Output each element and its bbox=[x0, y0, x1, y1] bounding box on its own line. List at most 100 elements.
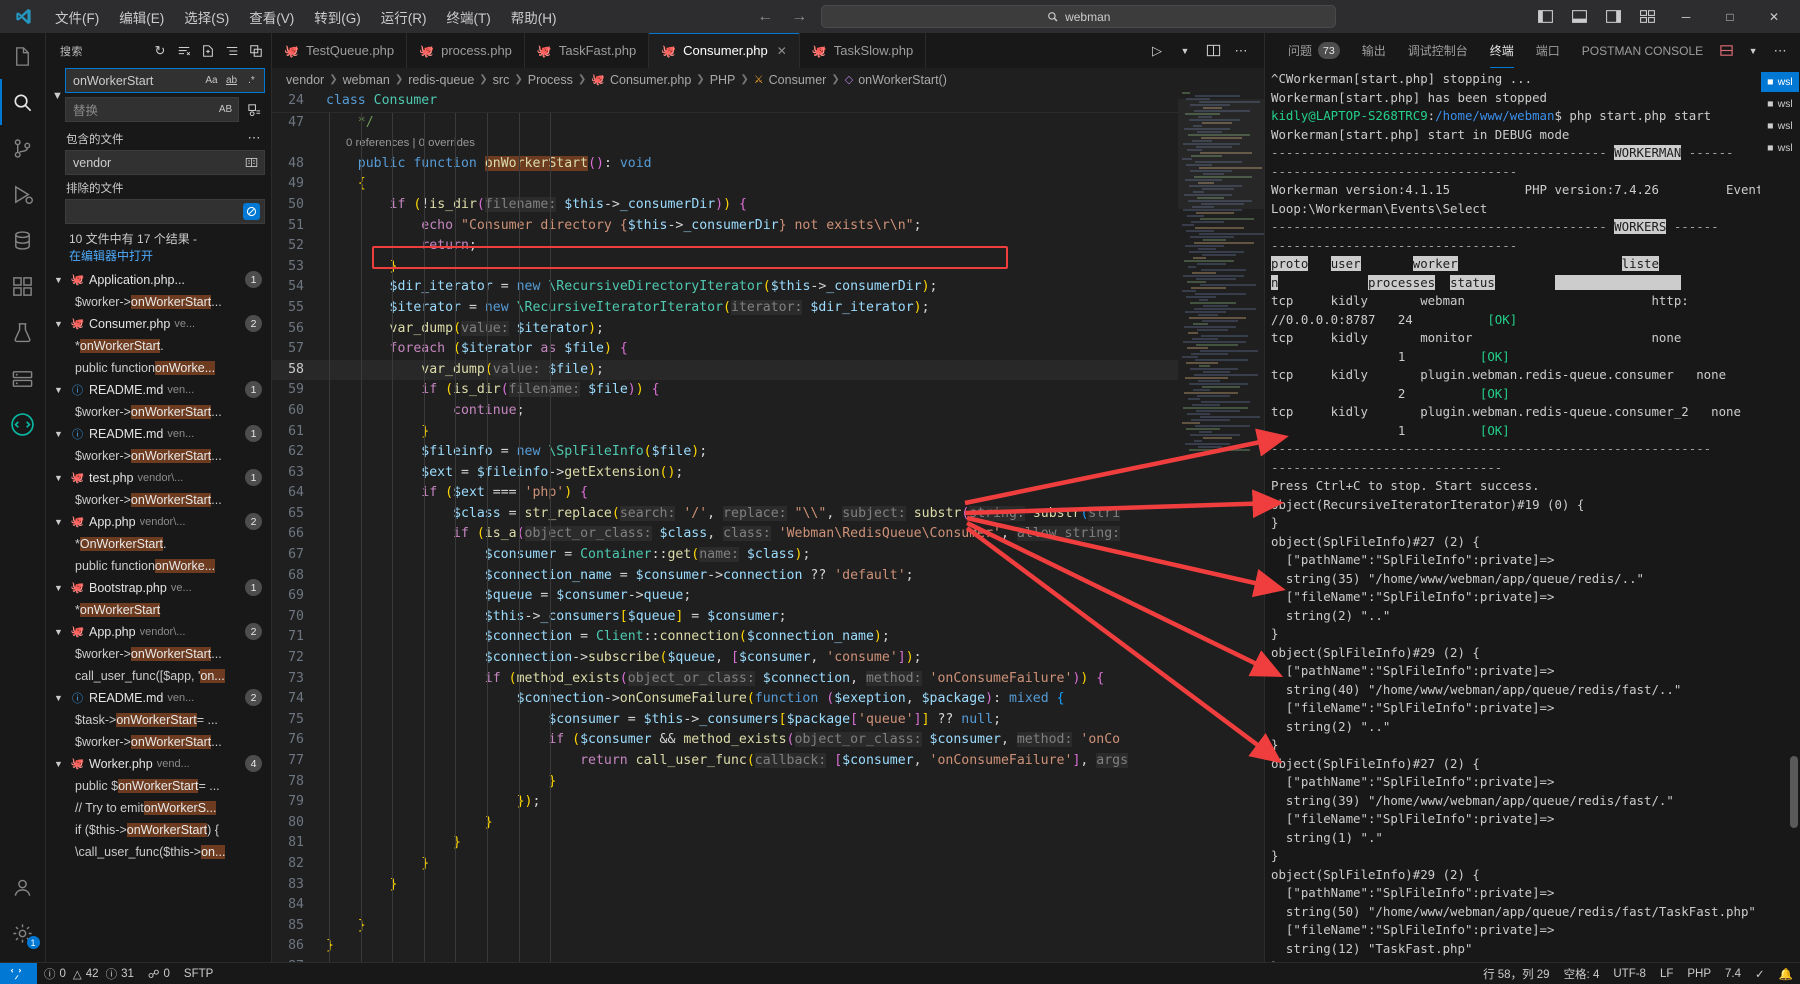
navigation-arrows[interactable]: ← → bbox=[757, 8, 807, 26]
activity-bar-item-codeium[interactable] bbox=[0, 401, 46, 447]
code-line[interactable]: 74 $connection->onConsumeFailure(functio… bbox=[272, 689, 1264, 710]
code-line[interactable]: 75 $consumer = $this->_consumers[$packag… bbox=[272, 710, 1264, 731]
search-result-match[interactable]: public $ onWorkerStart = ... bbox=[46, 775, 271, 797]
search-result-match[interactable]: $worker-> onWorkerStart... bbox=[46, 489, 271, 511]
code-line[interactable]: 51 echo "Consumer directory {$this->_con… bbox=[272, 216, 1264, 237]
code-line[interactable]: 77 return call_user_func(callback: [$con… bbox=[272, 751, 1264, 772]
search-result-match[interactable]: $task-> onWorkerStart = ... bbox=[46, 709, 271, 731]
panel-tab-postman-console[interactable]: POSTMAN CONSOLE bbox=[1571, 33, 1714, 68]
search-result-match[interactable]: public function onWorke... bbox=[46, 555, 271, 577]
search-result-match[interactable]: * onWorkerStart bbox=[46, 599, 271, 621]
code-line[interactable]: 79 }); bbox=[272, 792, 1264, 813]
editor-tab-process[interactable]: 🐙 process.php bbox=[407, 33, 525, 68]
refresh-icon[interactable]: ↻ bbox=[149, 40, 171, 62]
editor-tab-consumer[interactable]: 🐙 Consumer.php ✕ bbox=[649, 33, 800, 68]
code-line[interactable]: 62 $fileinfo = new \SplFileInfo($file); bbox=[272, 442, 1264, 463]
status-indentation[interactable]: 空格: 4 bbox=[1557, 963, 1607, 984]
search-result-file[interactable]: ▼ 🐙 App.php vendor\... 2 bbox=[46, 621, 271, 643]
menu-file[interactable]: 文件(F) bbox=[46, 4, 108, 30]
command-center[interactable]: webman bbox=[821, 5, 1337, 28]
customize-layout-icon[interactable] bbox=[1630, 0, 1664, 33]
editor-tab-testqueue[interactable]: 🐙 TestQueue.php bbox=[272, 33, 408, 68]
match-whole-word-icon[interactable]: ab bbox=[223, 72, 240, 89]
breadcrumb-item-file[interactable]: Consumer.php bbox=[610, 73, 691, 87]
remote-indicator-button[interactable] bbox=[0, 962, 37, 984]
breadcrumb-item-process[interactable]: Process bbox=[528, 73, 573, 87]
chevron-down-icon[interactable]: ▼ bbox=[1741, 39, 1765, 63]
search-result-file[interactable]: ▼ 🐙 Application.php... 1 bbox=[46, 269, 271, 291]
status-eol[interactable]: LF bbox=[1653, 963, 1680, 984]
code-line[interactable]: 61 } bbox=[272, 422, 1264, 443]
toggle-primary-sidebar-icon[interactable] bbox=[1528, 0, 1562, 33]
breadcrumb-item-webman[interactable]: webman bbox=[343, 73, 390, 87]
chevron-down-icon[interactable]: ▼ bbox=[54, 627, 66, 637]
code-line[interactable]: 60 continue; bbox=[272, 401, 1264, 422]
menu-selection[interactable]: 选择(S) bbox=[175, 4, 238, 30]
search-result-match[interactable]: * onWorkerStart. bbox=[46, 335, 271, 357]
status-encoding[interactable]: UTF-8 bbox=[1606, 963, 1653, 984]
status-language-mode[interactable]: PHP bbox=[1680, 963, 1718, 984]
terminal-scrollbar[interactable] bbox=[1790, 756, 1798, 828]
clear-search-results-icon[interactable] bbox=[173, 40, 195, 62]
terminal-tab-1[interactable]: ■ wsl bbox=[1761, 94, 1799, 114]
search-result-file[interactable]: ▼ 🐙 Bootstrap.php ve... 1 bbox=[46, 577, 271, 599]
code-line[interactable]: 55 $iterator = new \RecursiveIteratorIte… bbox=[272, 298, 1264, 319]
activity-bar-item-accounts[interactable] bbox=[0, 864, 46, 910]
code-line[interactable]: 65 $class = str_replace(search: '/', rep… bbox=[272, 504, 1264, 525]
code-line[interactable]: 63 $ext = $fileinfo->getExtension(); bbox=[272, 463, 1264, 484]
code-line[interactable]: 47 */ bbox=[272, 113, 1264, 134]
replace-all-icon[interactable] bbox=[243, 99, 265, 121]
toggle-secondary-sidebar-icon[interactable] bbox=[1596, 0, 1630, 33]
search-result-file[interactable]: ▼ 🐙 Worker.php vend... 4 bbox=[46, 753, 271, 775]
code-line[interactable]: 81 } bbox=[272, 833, 1264, 854]
panel-tab-problems[interactable]: 问题 73 bbox=[1277, 33, 1351, 68]
panel-tab-debug-console[interactable]: 调试控制台 bbox=[1397, 33, 1479, 68]
menu-bar[interactable]: 文件(F) 编辑(E) 选择(S) 查看(V) 转到(G) 运行(R) 终端(T… bbox=[46, 4, 566, 30]
search-result-file[interactable]: ▼ ⓘ README.md ven... 1 bbox=[46, 379, 271, 401]
chevron-down-icon[interactable]: ▼ bbox=[54, 429, 66, 439]
window-maximize-button[interactable]: □ bbox=[1708, 0, 1752, 33]
run-icon[interactable]: ▷ bbox=[1144, 38, 1170, 64]
editor-tab-taskfast[interactable]: 🐙 TaskFast.php bbox=[524, 33, 650, 68]
files-to-include-input[interactable]: vendor bbox=[65, 150, 265, 175]
terminal-output[interactable]: ^CWorkerman[start.php] stopping ... Worke… bbox=[1265, 68, 1760, 962]
menu-run[interactable]: 运行(R) bbox=[372, 4, 436, 30]
breadcrumb-item-src[interactable]: src bbox=[493, 73, 510, 87]
code-line[interactable]: 54 $dir_iterator = new \RecursiveDirecto… bbox=[272, 277, 1264, 298]
open-in-editor-link[interactable]: 在编辑器中打开 bbox=[69, 248, 265, 265]
status-php-version[interactable]: 7.4 bbox=[1718, 963, 1748, 984]
code-line[interactable]: 50 if (!is_dir(filename: $this->_consume… bbox=[272, 195, 1264, 216]
arrow-right-icon[interactable]: → bbox=[791, 8, 807, 26]
breadcrumb-item-method[interactable]: onWorkerStart() bbox=[858, 73, 947, 87]
status-check[interactable]: ✓ bbox=[1748, 963, 1772, 984]
search-result-match[interactable]: // Try to emit onWorkerS... bbox=[46, 797, 271, 819]
code-line[interactable]: 80 } bbox=[272, 813, 1264, 834]
menu-terminal[interactable]: 终端(T) bbox=[438, 4, 500, 30]
code-line[interactable]: 58 var_dump(value: $file); bbox=[272, 359, 1264, 381]
search-result-match[interactable]: public function onWorke... bbox=[46, 357, 271, 379]
status-sftp[interactable]: SFTP bbox=[177, 963, 220, 984]
code-line[interactable]: 59 if (is_dir(filename: $file)) { bbox=[272, 380, 1264, 401]
panel-tab-output[interactable]: 输出 bbox=[1351, 33, 1397, 68]
code-line[interactable]: 64 if ($ext === 'php') { bbox=[272, 483, 1264, 504]
code-line[interactable]: 78 } bbox=[272, 772, 1264, 793]
ellipsis-icon[interactable]: ⋯ bbox=[1768, 39, 1792, 63]
activity-bar-item-source-control[interactable] bbox=[0, 125, 46, 171]
code-line[interactable]: 68 $connection_name = $consumer->connect… bbox=[272, 566, 1264, 587]
ellipsis-icon[interactable]: ⋯ bbox=[243, 127, 265, 149]
chevron-down-icon[interactable]: ▼ bbox=[54, 275, 66, 285]
split-terminal-icon[interactable] bbox=[1714, 39, 1738, 63]
code-line[interactable]: 49 { bbox=[272, 174, 1264, 195]
files-to-exclude-input[interactable] bbox=[65, 199, 265, 224]
use-ignore-files-icon[interactable] bbox=[243, 203, 260, 220]
search-result-match[interactable]: $worker-> onWorkerStart... bbox=[46, 731, 271, 753]
search-result-match[interactable]: $worker-> onWorkerStart... bbox=[46, 401, 271, 423]
editor-tab-taskslow[interactable]: 🐙 TaskSlow.php bbox=[799, 33, 927, 68]
activity-bar-item-search[interactable] bbox=[0, 79, 46, 125]
code-area[interactable]: 24 class Consumer 47 */0 references | 0 ov… bbox=[272, 91, 1264, 962]
search-result-match[interactable]: $worker-> onWorkerStart... bbox=[46, 643, 271, 665]
code-line[interactable]: 86} bbox=[272, 936, 1264, 957]
activity-bar-item-explorer[interactable] bbox=[0, 33, 46, 79]
code-line[interactable]: 57 foreach ($iterator as $file) { bbox=[272, 339, 1264, 360]
code-line[interactable]: 66 if (is_a(object_or_class: $class, cla… bbox=[272, 524, 1264, 545]
